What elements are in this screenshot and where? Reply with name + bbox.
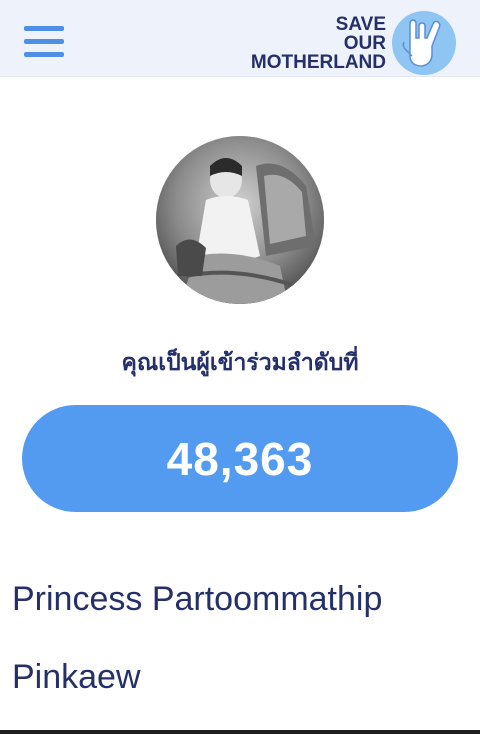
profile-avatar bbox=[156, 136, 324, 304]
rank-badge: 48,363 bbox=[22, 405, 458, 512]
save-our-motherland-logo[interactable]: SAVE OUR MOTHERLAND bbox=[251, 11, 456, 75]
rank-label: คุณเป็นผู้เข้าร่วมลำดับที่ bbox=[121, 350, 359, 376]
bottom-divider bbox=[0, 730, 480, 734]
participant-name-line-1: Princess Partoommathip bbox=[12, 580, 383, 618]
logo-line-motherland: MOTHERLAND bbox=[250, 51, 386, 73]
logo-line-our: OUR bbox=[343, 32, 386, 54]
logo-line-save: SAVE bbox=[335, 13, 386, 35]
portrait-photo bbox=[156, 136, 324, 304]
rank-value: 48,363 bbox=[166, 432, 314, 485]
hamburger-menu-icon[interactable] bbox=[24, 24, 66, 60]
header-bar: SAVE OUR MOTHERLAND bbox=[0, 0, 480, 77]
logo-text: SAVE OUR MOTHERLAND bbox=[251, 15, 386, 72]
participant-name-line-2: Pinkaew bbox=[12, 658, 141, 696]
hand-sign-icon bbox=[392, 11, 456, 75]
